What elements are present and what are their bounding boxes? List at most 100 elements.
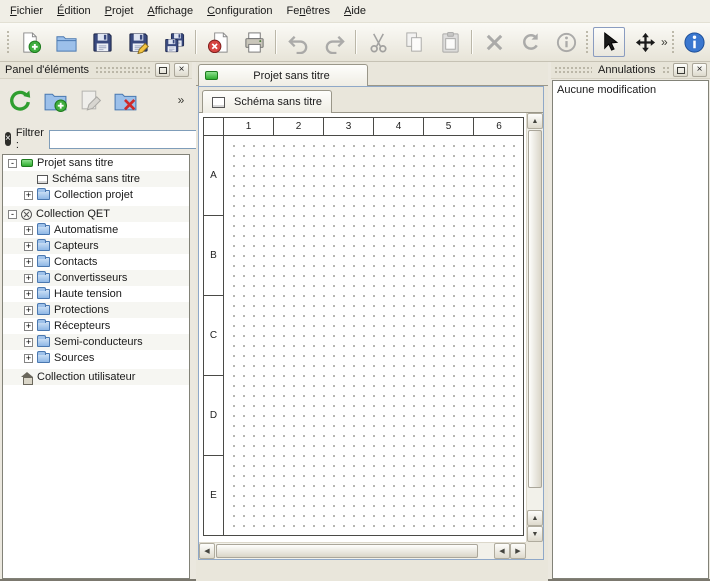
pan-mode-icon xyxy=(634,31,657,54)
paste-button[interactable] xyxy=(434,27,466,57)
copy-button[interactable] xyxy=(398,27,430,57)
undo-list[interactable]: Aucune modification xyxy=(552,80,709,579)
menu-item[interactable]: Aide xyxy=(337,2,373,20)
save-button[interactable] xyxy=(86,27,118,57)
scroll-up-button[interactable]: ▲ xyxy=(527,510,543,526)
expander-icon[interactable]: + xyxy=(24,258,33,267)
vertical-scroll-track[interactable] xyxy=(527,129,543,510)
tree-row[interactable]: Collection utilisateur xyxy=(3,369,189,385)
expander-icon[interactable]: + xyxy=(24,274,33,283)
expander-icon[interactable]: + xyxy=(24,191,33,200)
tree-row[interactable]: + Automatisme xyxy=(3,222,189,238)
elements-panel-titlebar[interactable]: Panel d'éléments × xyxy=(0,62,192,79)
tree-row[interactable]: + Contacts xyxy=(3,254,189,270)
new-element-button[interactable] xyxy=(39,84,71,116)
close-icon: × xyxy=(697,65,703,75)
mdi-area: Projet sans titre Schéma sans titre 1 xyxy=(196,62,548,581)
float-button[interactable] xyxy=(673,63,688,77)
folder-icon xyxy=(37,353,50,363)
rotate-button[interactable] xyxy=(514,27,546,57)
save-all-icon xyxy=(163,31,186,54)
folder-icon xyxy=(37,257,50,267)
close-document-button[interactable] xyxy=(202,27,234,57)
open-project-button[interactable] xyxy=(50,27,82,57)
dock-grip[interactable] xyxy=(95,66,151,75)
elements-tree[interactable]: - Projet sans titre Schéma sans titre + … xyxy=(2,154,190,579)
save-as-button[interactable] xyxy=(122,27,154,57)
menu-item[interactable]: Fichier xyxy=(3,2,50,20)
scroll-up-button[interactable]: ▲ xyxy=(527,113,543,129)
tab-schema[interactable]: Schéma sans titre xyxy=(202,90,332,113)
horizontal-scroll-track[interactable] xyxy=(215,543,494,559)
conductor-info-button[interactable] xyxy=(550,27,582,57)
toolbar-handle[interactable] xyxy=(585,30,590,54)
vertical-scroll-thumb[interactable] xyxy=(528,130,542,488)
expander-icon[interactable]: + xyxy=(24,354,33,363)
toolbar-extension-button[interactable]: » xyxy=(661,29,668,55)
select-mode-button[interactable] xyxy=(593,27,625,57)
menu-item[interactable]: Affichage xyxy=(140,2,200,20)
tree-row[interactable]: + Sources xyxy=(3,350,189,366)
new-document-button[interactable] xyxy=(14,27,46,57)
elements-toolbar-extension-button[interactable]: » xyxy=(174,87,188,113)
expander-icon[interactable]: + xyxy=(24,290,33,299)
pan-mode-button[interactable] xyxy=(629,27,661,57)
cut-button[interactable] xyxy=(362,27,394,57)
expander-icon[interactable]: + xyxy=(24,306,33,315)
scroll-right-button[interactable]: ▶ xyxy=(510,543,526,559)
expander-icon[interactable]: + xyxy=(24,338,33,347)
scroll-down-button[interactable]: ▼ xyxy=(527,526,543,542)
reload-collections-button[interactable] xyxy=(4,84,36,116)
scroll-left-button[interactable]: ◀ xyxy=(199,543,215,559)
expander-icon[interactable]: + xyxy=(24,242,33,251)
tree-row[interactable]: + Haute tension xyxy=(3,286,189,302)
diagram-grid[interactable] xyxy=(225,137,523,535)
tree-row[interactable]: + Semi-conducteurs xyxy=(3,334,189,350)
dock-grip[interactable] xyxy=(662,66,670,75)
undo-button[interactable] xyxy=(282,27,314,57)
filter-input[interactable] xyxy=(49,130,199,149)
expander-icon[interactable]: - xyxy=(8,210,17,219)
dock-grip[interactable] xyxy=(554,66,592,75)
float-button[interactable] xyxy=(155,63,170,77)
vertical-scrollbar[interactable]: ▲ ▲ ▼ xyxy=(526,113,543,542)
toolbar-handle[interactable] xyxy=(6,30,11,54)
scroll-left-button[interactable]: ◀ xyxy=(494,543,510,559)
diagram-viewport[interactable]: 1 2 3 4 5 6 xyxy=(199,113,543,559)
tree-row[interactable]: - Projet sans titre xyxy=(3,155,189,171)
delete-element-button[interactable] xyxy=(109,84,141,116)
menu-item[interactable]: Configuration xyxy=(200,2,279,20)
undo-panel-titlebar[interactable]: Annulations × xyxy=(551,62,710,79)
tree-row[interactable]: Schéma sans titre xyxy=(3,171,189,187)
delete-button[interactable] xyxy=(478,27,510,57)
save-all-button[interactable] xyxy=(158,27,190,57)
close-button[interactable]: × xyxy=(692,63,707,77)
tree-row[interactable]: + Collection projet xyxy=(3,187,189,203)
tree-row[interactable]: + Convertisseurs xyxy=(3,270,189,286)
menu-item[interactable]: Fenêtres xyxy=(280,2,337,20)
tree-row[interactable]: - Collection QET xyxy=(3,206,189,222)
close-button[interactable]: × xyxy=(174,63,189,77)
print-button[interactable] xyxy=(238,27,270,57)
horizontal-scrollbar[interactable]: ◀ ◀ ▶ xyxy=(199,542,526,559)
filter-clear-button[interactable]: × xyxy=(5,132,11,146)
menu-item[interactable]: Édition xyxy=(50,2,98,20)
undo-list-item[interactable]: Aucune modification xyxy=(553,81,708,98)
tab-project[interactable]: Projet sans titre xyxy=(198,64,368,86)
project-icon xyxy=(205,71,218,80)
elements-toolbar: » xyxy=(0,80,192,120)
redo-button[interactable] xyxy=(318,27,350,57)
tree-item-label: Contacts xyxy=(54,256,97,268)
tree-row[interactable]: + Protections xyxy=(3,302,189,318)
tree-row[interactable]: + Récepteurs xyxy=(3,318,189,334)
tree-item-label: Récepteurs xyxy=(54,320,110,332)
toolbar-handle[interactable] xyxy=(671,30,676,54)
menu-item[interactable]: Projet xyxy=(98,2,141,20)
expander-icon[interactable]: + xyxy=(24,226,33,235)
edit-element-button[interactable] xyxy=(74,84,106,116)
expander-icon[interactable]: - xyxy=(8,159,17,168)
horizontal-scroll-thumb[interactable] xyxy=(216,544,478,558)
about-button[interactable] xyxy=(679,27,710,57)
expander-icon[interactable]: + xyxy=(24,322,33,331)
tree-row[interactable]: + Capteurs xyxy=(3,238,189,254)
